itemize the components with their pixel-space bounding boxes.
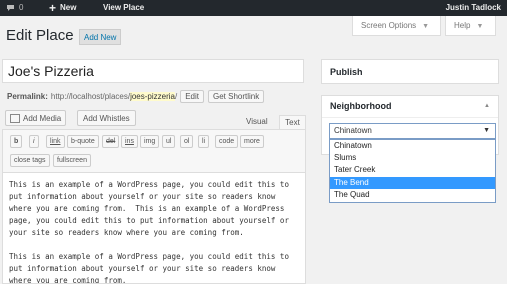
quicktag-ins[interactable]: ins bbox=[121, 135, 138, 148]
comment-count: 0 bbox=[19, 3, 24, 12]
user-account-menu[interactable]: Justin Tadlock bbox=[446, 0, 501, 16]
media-icon bbox=[10, 113, 20, 123]
page-title: Edit Place bbox=[6, 27, 74, 44]
tab-visual[interactable]: Visual bbox=[246, 115, 268, 129]
permalink-row: Permalink: http://localhost/places/joes-… bbox=[7, 90, 265, 103]
comment-bubble-icon bbox=[7, 5, 14, 11]
quicktag-more[interactable]: more bbox=[240, 135, 264, 148]
permalink-label: Permalink: bbox=[7, 92, 48, 101]
dropdown-option-highlighted[interactable]: The Bend bbox=[330, 176, 495, 189]
quicktag-fullscreen[interactable]: fullscreen bbox=[53, 154, 91, 167]
divider bbox=[322, 117, 498, 118]
quicktags-toolbar: b i link b-quote del ins img ul ol li co… bbox=[2, 129, 306, 172]
publish-title: Publish bbox=[330, 67, 363, 77]
dropdown-option[interactable]: Slums bbox=[330, 152, 495, 164]
screen-options-tab[interactable]: Screen Options ▼ bbox=[352, 16, 441, 36]
add-new-button[interactable]: Add New bbox=[79, 29, 122, 45]
tab-text[interactable]: Text bbox=[279, 115, 306, 129]
edit-slug-button[interactable]: Edit bbox=[180, 90, 204, 103]
quicktag-li[interactable]: li bbox=[198, 135, 210, 148]
editor-paragraph: This is an example of a WordPress page, … bbox=[9, 252, 289, 284]
permalink-slug[interactable]: joes-pizzeria bbox=[130, 92, 175, 101]
permalink-end: / bbox=[174, 92, 178, 101]
new-label: New bbox=[60, 3, 77, 12]
get-shortlink-button[interactable]: Get Shortlink bbox=[208, 90, 265, 103]
quicktag-del[interactable]: del bbox=[102, 135, 120, 148]
quicktag-link[interactable]: link bbox=[46, 135, 65, 148]
content-editor-textarea[interactable]: This is an example of a WordPress page, … bbox=[2, 172, 306, 284]
quicktag-code[interactable]: code bbox=[215, 135, 239, 148]
quicktag-bold[interactable]: b bbox=[10, 135, 23, 148]
quicktag-ol[interactable]: ol bbox=[180, 135, 194, 148]
collapse-toggle-icon[interactable]: ▲ bbox=[484, 103, 490, 109]
selected-value: Chinatown bbox=[334, 126, 372, 135]
chevron-down-icon: ▼ bbox=[483, 127, 490, 134]
plus-icon: + bbox=[49, 1, 57, 15]
editor-paragraph: This is an example of a WordPress page, … bbox=[9, 180, 289, 237]
dropdown-option[interactable]: Tater Creek bbox=[330, 164, 495, 176]
post-title-input[interactable]: Joe's Pizzeria bbox=[2, 59, 304, 83]
quicktag-img[interactable]: img bbox=[140, 135, 160, 148]
help-label: Help bbox=[454, 21, 471, 30]
add-media-button[interactable]: Add Media bbox=[5, 110, 67, 126]
quicktag-close-tags[interactable]: close tags bbox=[10, 154, 50, 167]
add-media-label: Add Media bbox=[23, 113, 62, 123]
dropdown-option[interactable]: Chinatown bbox=[330, 140, 495, 152]
chevron-down-icon: ▼ bbox=[422, 23, 430, 30]
admin-bar: 0 + New View Place Justin Tadlock bbox=[0, 0, 507, 16]
permalink-base: http://localhost/places/ bbox=[50, 92, 131, 101]
neighborhood-title: Neighborhood bbox=[330, 101, 392, 111]
neighborhood-dropdown-list: Chinatown Slums Tater Creek The Bend The… bbox=[329, 139, 496, 203]
dropdown-option[interactable]: The Quad bbox=[330, 189, 495, 201]
new-content-menu[interactable]: + New bbox=[49, 0, 76, 16]
comments-menu[interactable]: 0 bbox=[6, 0, 23, 16]
view-place-label: View Place bbox=[103, 3, 145, 12]
quicktag-italic[interactable]: i bbox=[29, 135, 39, 148]
view-place-link[interactable]: View Place bbox=[103, 0, 144, 16]
quicktag-bquote[interactable]: b-quote bbox=[67, 135, 99, 148]
screen-options-label: Screen Options bbox=[361, 21, 417, 30]
user-name: Justin Tadlock bbox=[445, 3, 501, 12]
publish-metabox[interactable]: Publish bbox=[321, 59, 499, 84]
chevron-down-icon: ▼ bbox=[476, 23, 484, 30]
help-tab[interactable]: Help ▼ bbox=[445, 16, 496, 36]
add-whistles-button[interactable]: Add Whistles bbox=[77, 110, 136, 126]
neighborhood-select[interactable]: Chinatown ▼ bbox=[329, 123, 496, 139]
quicktag-ul[interactable]: ul bbox=[162, 135, 176, 148]
